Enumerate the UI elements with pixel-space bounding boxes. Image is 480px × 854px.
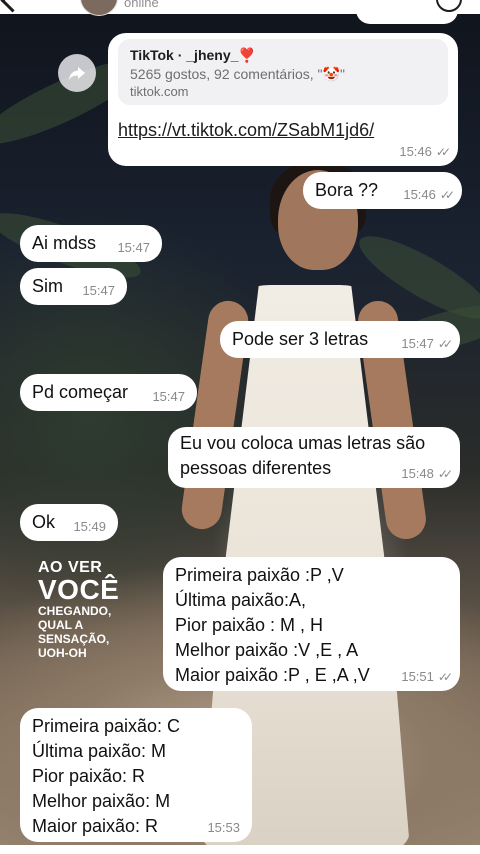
incoming-message-bubble[interactable]: Ok 15:49	[20, 504, 118, 541]
share-forward-icon	[69, 67, 85, 80]
message-time: 15:53	[207, 820, 240, 835]
message-time: 15:47	[82, 283, 115, 298]
sticker-line: VOCÊ	[38, 574, 120, 605]
message-meta: 15:47	[82, 284, 115, 298]
double-check-icon: ✓✓	[439, 188, 455, 202]
message-meta: 15:53	[207, 821, 240, 835]
double-check-icon: ✓✓	[437, 467, 453, 481]
message-meta: 15:46 ✓✓	[399, 144, 451, 160]
link-message-bubble[interactable]: TikTok · _jheny_❣️ 5265 gostos, 92 comen…	[108, 33, 458, 166]
outgoing-message-bubble[interactable]: Bora ?? 15:46 ✓✓	[303, 172, 462, 209]
message-meta: 15:49	[73, 520, 106, 534]
link-preview-description: 5265 gostos, 92 comentários, "🤡"	[130, 66, 345, 82]
sticker-line: UOH-OH	[38, 646, 87, 660]
sticker-line: CHEGANDO,	[38, 604, 112, 618]
message-meta: 15:47	[152, 390, 185, 404]
outgoing-message-bubble[interactable]: Pode ser 3 letras 15:47 ✓✓	[220, 321, 460, 358]
message-meta: 15:47	[117, 241, 150, 255]
message-meta: 15:51 ✓✓	[401, 669, 453, 685]
contact-status: online	[124, 0, 159, 10]
message-time: 15:46	[399, 144, 432, 159]
incoming-message-bubble[interactable]: Ai mdss 15:47	[20, 225, 162, 262]
link-preview-card[interactable]: TikTok · _jheny_❣️ 5265 gostos, 92 comen…	[118, 39, 448, 105]
double-check-icon: ✓✓	[437, 337, 453, 351]
double-check-icon: ✓✓	[437, 670, 453, 684]
link-preview-title: TikTok · _jheny_❣️	[130, 47, 256, 63]
message-time: 15:49	[73, 519, 106, 534]
message-meta: 15:48 ✓✓	[401, 466, 453, 482]
outgoing-message-bubble[interactable]: Primeira paixão :P ,V Última paixão:A, P…	[163, 557, 460, 691]
sticker-line: SENSAÇÃO,	[38, 632, 110, 646]
message-time: 15:46	[403, 187, 436, 202]
bottom-bar	[0, 845, 480, 854]
incoming-message-bubble[interactable]: Sim 15:47	[20, 268, 127, 305]
double-check-icon: ✓✓	[435, 145, 451, 159]
message-meta: 15:46 ✓✓	[403, 187, 455, 203]
avatar[interactable]	[80, 0, 118, 16]
back-chevron-icon[interactable]	[0, 0, 25, 13]
message-time: 15:51	[401, 669, 434, 684]
message-meta: 15:47 ✓✓	[401, 336, 453, 352]
incoming-message-bubble[interactable]: Pd começar 15:47	[20, 374, 197, 411]
call-icon[interactable]	[436, 0, 462, 12]
link-preview-domain: tiktok.com	[130, 84, 189, 99]
incoming-message-bubble[interactable]: Primeira paixão: C Última paixão: M Pior…	[20, 708, 252, 842]
message-time: 15:47	[152, 389, 185, 404]
message-time: 15:48	[401, 466, 434, 481]
message-time: 15:47	[401, 336, 434, 351]
sticker-line: QUAL A	[38, 618, 84, 632]
outgoing-message-bubble[interactable]: Eu vou coloca umas letras são pessoas di…	[168, 427, 460, 488]
message-link[interactable]: https://vt.tiktok.com/ZSabM1jd6/	[118, 119, 448, 141]
message-time: 15:47	[117, 240, 150, 255]
share-button[interactable]	[58, 54, 96, 92]
heart-icon: ❣️	[238, 47, 256, 63]
chat-header: online	[0, 0, 480, 16]
sticker: AO VER VOCÊ CHEGANDO, QUAL A SENSAÇÃO, U…	[38, 560, 120, 661]
